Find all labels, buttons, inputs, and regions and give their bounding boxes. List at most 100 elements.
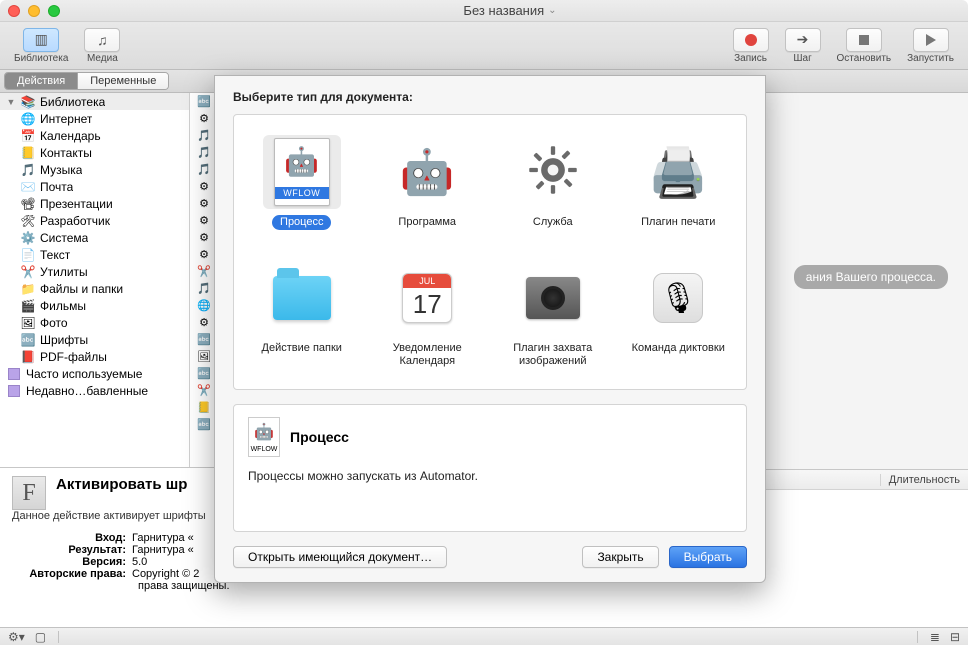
smart-folder-icon	[6, 366, 22, 382]
action-icon: ✂️	[196, 264, 212, 280]
category-label: Фильмы	[40, 299, 86, 313]
library-category[interactable]: 📁 Файлы и папки	[0, 280, 189, 297]
library-category[interactable]: ✉️Почта	[0, 178, 189, 195]
action-icon: ✂️	[196, 383, 212, 399]
category-icon: 📒	[20, 145, 36, 161]
category-icon: ✉️	[20, 179, 36, 195]
run-button[interactable]: Запустить	[901, 26, 960, 66]
microphone-icon: 🎙	[653, 273, 703, 323]
type-application[interactable]: 🤖 Программа	[368, 129, 488, 249]
workflow-hint: ания Вашего процесса.	[794, 265, 948, 289]
category-icon: 📕	[20, 349, 36, 365]
category-icon: 📁	[20, 281, 36, 297]
selected-type-text: Процессы можно запускать из Automator.	[248, 469, 732, 483]
selected-type-title: Процесс	[290, 429, 349, 445]
library-category[interactable]: 📽 Презентации	[0, 195, 189, 212]
workflow-doc-icon: 🤖 WFLOW	[274, 138, 330, 206]
category-icon: 📄	[20, 247, 36, 263]
font-icon: F	[12, 476, 46, 510]
library-category[interactable]: 📕 PDF-файлы	[0, 348, 189, 365]
library-category[interactable]: 🛠Разработчик	[0, 212, 189, 229]
bottom-bar: ⚙︎▾ ▢ ≣ ⊟	[0, 627, 968, 645]
library-category[interactable]: 📅Календарь	[0, 127, 189, 144]
type-dictation[interactable]: 🎙 Команда диктовки	[619, 255, 739, 375]
tab-actions[interactable]: Действия	[5, 73, 77, 89]
tab-variables[interactable]: Переменные	[77, 73, 168, 89]
record-button[interactable]: Запись	[727, 26, 775, 66]
action-icon: 🎵	[196, 128, 212, 144]
category-icon: 🎬	[20, 298, 36, 314]
library-category[interactable]: 📄Текст	[0, 246, 189, 263]
library-category[interactable]: 🎵Музыка	[0, 161, 189, 178]
category-label: Файлы и папки	[40, 282, 123, 296]
library-category[interactable]: ✂️Утилиты	[0, 263, 189, 280]
library-category[interactable]: 🖼Фото	[0, 314, 189, 331]
category-label: Календарь	[40, 129, 101, 143]
open-existing-button[interactable]: Открыть имеющийся документ…	[233, 546, 447, 568]
library-icon: ▥	[23, 28, 59, 52]
smart-folder[interactable]: Часто используемые	[0, 365, 189, 382]
stop-button[interactable]: Остановить	[831, 26, 898, 66]
type-service[interactable]: Служба	[493, 129, 613, 249]
type-folder-action[interactable]: Действие папки	[242, 255, 362, 375]
info-version-key: Версия:	[12, 556, 132, 568]
gear-icon	[526, 143, 580, 202]
type-print-plugin[interactable]: 🖨️ Плагин печати	[619, 129, 739, 249]
type-image-capture[interactable]: Плагин захвата изображений	[493, 255, 613, 375]
category-icon: 🔤	[20, 332, 36, 348]
category-icon: ⚙️	[20, 230, 36, 246]
close-button[interactable]: Закрыть	[582, 546, 658, 568]
library-category[interactable]: 🔤Шрифты	[0, 331, 189, 348]
record-icon	[733, 28, 769, 52]
action-icon: 🌐	[196, 298, 212, 314]
gear-menu-button[interactable]: ⚙︎▾	[8, 630, 25, 644]
toolbar: ▥ Библиотека ♫ Медиа Запись Шаг Останови…	[0, 22, 968, 70]
zoom-window-button[interactable]	[48, 5, 60, 17]
category-label: Презентации	[40, 197, 113, 211]
media-icon: ♫	[84, 28, 120, 52]
step-icon	[785, 28, 821, 52]
library-category[interactable]: 📒 Контакты	[0, 144, 189, 161]
category-label: Разработчик	[40, 214, 110, 228]
category-icon: ✂️	[20, 264, 36, 280]
library-tabs: Действия Переменные	[4, 72, 169, 90]
info-copyright-key: Авторские права:	[12, 568, 132, 580]
action-icon: 🔤	[196, 366, 212, 382]
library-category[interactable]: 🌐Интернет	[0, 110, 189, 127]
info-result-key: Результат:	[12, 544, 132, 556]
minimize-window-button[interactable]	[28, 5, 40, 17]
library-toggle-button[interactable]: ▥ Библиотека	[8, 26, 74, 66]
selected-type-description: WFLOW Процесс Процессы можно запускать и…	[233, 404, 747, 532]
category-label: Контакты	[40, 146, 92, 160]
media-button[interactable]: ♫ Медиа	[78, 26, 126, 66]
category-label: PDF-файлы	[40, 350, 107, 364]
action-icon: ⚙	[196, 315, 212, 331]
smart-folder-label: Часто используемые	[26, 367, 142, 381]
smart-folder[interactable]: Недавно…бавленные	[0, 382, 189, 399]
smart-folder-icon	[6, 383, 22, 399]
expand-button[interactable]: ▢	[35, 630, 46, 644]
title-chevron-icon[interactable]: ⌄	[548, 5, 556, 16]
action-icon: 🖼	[196, 349, 212, 365]
type-workflow[interactable]: 🤖 WFLOW Процесс	[242, 129, 362, 249]
info-input-key: Вход:	[12, 532, 132, 544]
library-root[interactable]: ▼ 📚 Библиотека	[0, 93, 189, 110]
action-icon: ⚙	[196, 213, 212, 229]
window-controls	[8, 5, 60, 17]
choose-button[interactable]: Выбрать	[669, 546, 747, 568]
play-icon	[913, 28, 949, 52]
icon-view-button[interactable]: ⊟	[950, 630, 960, 644]
library-category[interactable]: 🎬 Фильмы	[0, 297, 189, 314]
step-button[interactable]: Шаг	[779, 26, 827, 66]
category-icon: 🖼	[20, 315, 36, 331]
list-view-button[interactable]: ≣	[930, 630, 940, 644]
close-window-button[interactable]	[8, 5, 20, 17]
library-category[interactable]: ⚙️ Система	[0, 229, 189, 246]
type-calendar-alarm[interactable]: JUL 17 Уведомление Календаря	[368, 255, 488, 375]
action-icon: ⚙	[196, 247, 212, 263]
category-label: Система	[40, 231, 88, 245]
log-duration-column[interactable]: Длительность	[880, 474, 960, 486]
action-icon: 🔤	[196, 417, 212, 433]
category-icon: 📽	[20, 196, 36, 212]
disclosure-triangle-icon[interactable]: ▼	[6, 97, 16, 107]
